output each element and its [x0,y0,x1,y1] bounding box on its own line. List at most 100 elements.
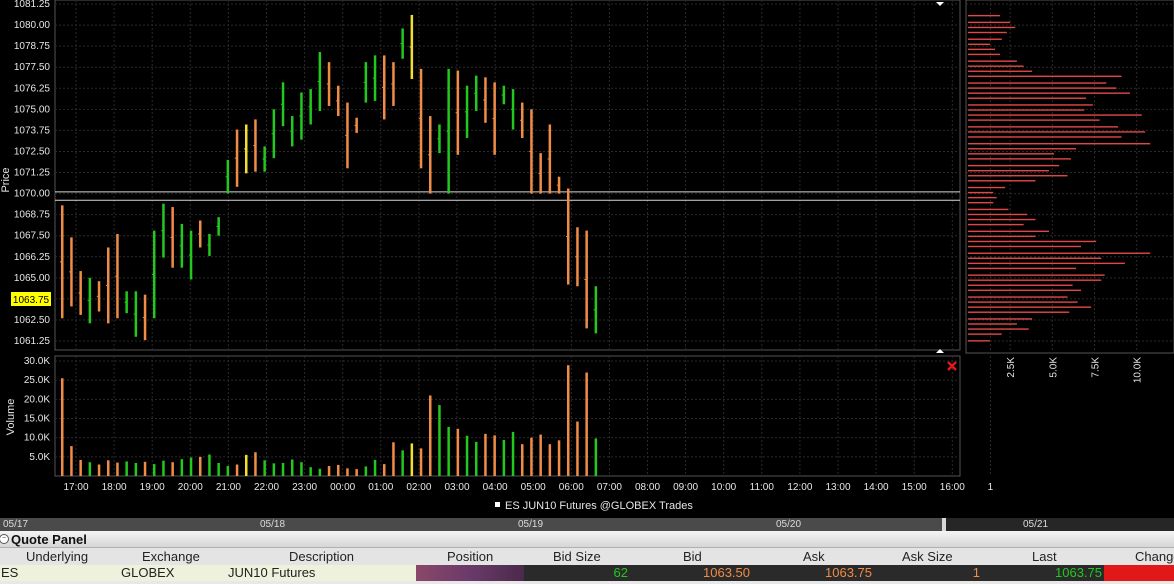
col-bid[interactable]: Bid [683,549,702,564]
profile-tick-label: 5.0K [1048,357,1059,378]
time-tick-label: 07:00 [597,482,622,493]
col-description[interactable]: Description [289,549,354,564]
volume-bar [594,438,598,476]
time-tick-label: 02:00 [406,482,431,493]
volume-bar [456,428,460,476]
price-tick-label: 1073.75 [14,125,51,136]
price-tick-label: 1081.25 [14,0,51,10]
time-tick-label: 11:00 [750,482,775,493]
quote-panel-titlebar[interactable]: − Quote Panel [0,531,1174,548]
col-ask[interactable]: Ask [803,549,825,564]
col-underlying[interactable]: Underlying [26,549,88,564]
volume-bar [373,459,377,476]
time-tick-label: 05:00 [521,482,546,493]
volume-bar [557,440,561,476]
cell-ask[interactable]: 1063.75 [754,565,876,581]
col-ask-size[interactable]: Ask Size [902,549,953,564]
volume-bar [143,461,147,476]
profile-bar [968,114,1142,116]
profile-bar [968,43,990,45]
profile-bar [968,201,994,204]
cell-change[interactable] [1104,565,1174,581]
profile-bar [968,38,1002,40]
time-tick-label: 09:00 [673,482,698,493]
volume-bar [107,460,110,476]
cell-description[interactable]: JUN10 Futures [222,565,416,581]
time-tick-label: 12:00 [787,482,812,493]
profile-bar [968,75,1122,78]
timeline-scrollbar[interactable]: 05/17 05/18 05/19 05/20 05/21 [0,518,1174,531]
profile-bar [968,87,1117,89]
time-tick-label: 22:00 [254,482,279,493]
time-tick-label: 04:00 [483,482,508,493]
profile-bar [968,245,1082,248]
profile-bar [968,333,1002,335]
price-chart-svg[interactable]: 1081.25 1080.00 1078.75 1077.50 1076.25 1075.… [0,0,1174,518]
profile-bar [968,318,1033,320]
profile-panel[interactable] [965,0,1174,354]
volume-bar [70,446,73,476]
price-tick-label: 1067.50 [14,231,51,242]
volume-bar [263,460,266,476]
volume-bar [401,450,404,476]
price-tick-label: 1071.25 [14,168,51,179]
volume-bar [208,454,211,476]
timeline-date-3: 05/20 [776,519,802,530]
cell-position[interactable] [416,565,524,581]
profile-bar [968,158,1071,160]
col-change[interactable]: Change [1135,549,1174,564]
time-tick-label: 19:00 [140,482,165,493]
profile-bar [968,240,1097,243]
profile-bar [968,262,1125,265]
volume-bar [171,462,174,476]
profile-bar [968,169,1049,172]
volume-bar [189,457,193,476]
timeline-date-0: 05/17 [3,519,29,530]
volume-bar [337,464,340,476]
volume-bar [272,463,276,476]
volume-bar [79,459,82,476]
col-last[interactable]: Last [1032,549,1057,564]
cell-bid-size[interactable]: 62 [524,565,634,581]
time-tick-label: 01:00 [368,482,393,493]
chart-area[interactable]: 1081.25 1080.00 1078.75 1077.50 1076.25 1075.… [0,0,1174,518]
profile-bar [968,328,1029,330]
profile-bar [968,323,1017,325]
cell-exchange[interactable]: GLOBEX [110,565,222,581]
profile-bar [968,284,1073,286]
cell-underlying[interactable]: ES [0,565,111,581]
volume-bar [576,421,579,476]
quote-panel[interactable]: − Quote Panel Underlying Exchange Descri… [0,531,1174,584]
price-tick-label: 1065.00 [14,273,51,284]
volume-bar [355,469,358,476]
quote-panel-header: Underlying Exchange Description Position… [0,548,1174,565]
price-tick-label: 1076.25 [14,83,51,94]
timeline-scroll-handle[interactable] [942,518,946,531]
col-exchange[interactable]: Exchange [142,549,200,564]
volume-bar [484,433,487,476]
profile-bar [968,180,1036,182]
col-position[interactable]: Position [447,549,493,564]
cell-bid[interactable]: 1063.50 [634,565,754,581]
volume-bar [61,378,64,476]
profile-bar [968,53,1001,56]
time-tick-label: 18:00 [102,482,127,493]
volume-tick-label: 15.0K [24,414,50,425]
profile-bar [968,153,1055,155]
volume-axis-label: Volume [5,399,17,436]
profile-bar [968,104,1093,106]
cell-ask-size[interactable]: 1 [876,565,984,581]
col-bid-size[interactable]: Bid Size [553,549,601,564]
time-tick-label: 16:00 [940,482,965,493]
profile-bar [968,296,1068,298]
time-tick-label: 17:00 [63,482,88,493]
collapse-icon[interactable]: − [0,534,9,544]
profile-bar [968,164,1060,167]
price-tick-label: 1068.75 [14,210,51,221]
volume-tick-label: 20.0K [24,394,50,405]
profile-bar [968,97,1087,99]
profile-bar [968,196,997,199]
time-tick-label: 1 [988,482,994,493]
quote-row[interactable]: ES GLOBEX JUN10 Futures 62 1063.50 1063.… [0,565,1174,581]
cell-last[interactable]: 1063.75 [984,565,1104,581]
